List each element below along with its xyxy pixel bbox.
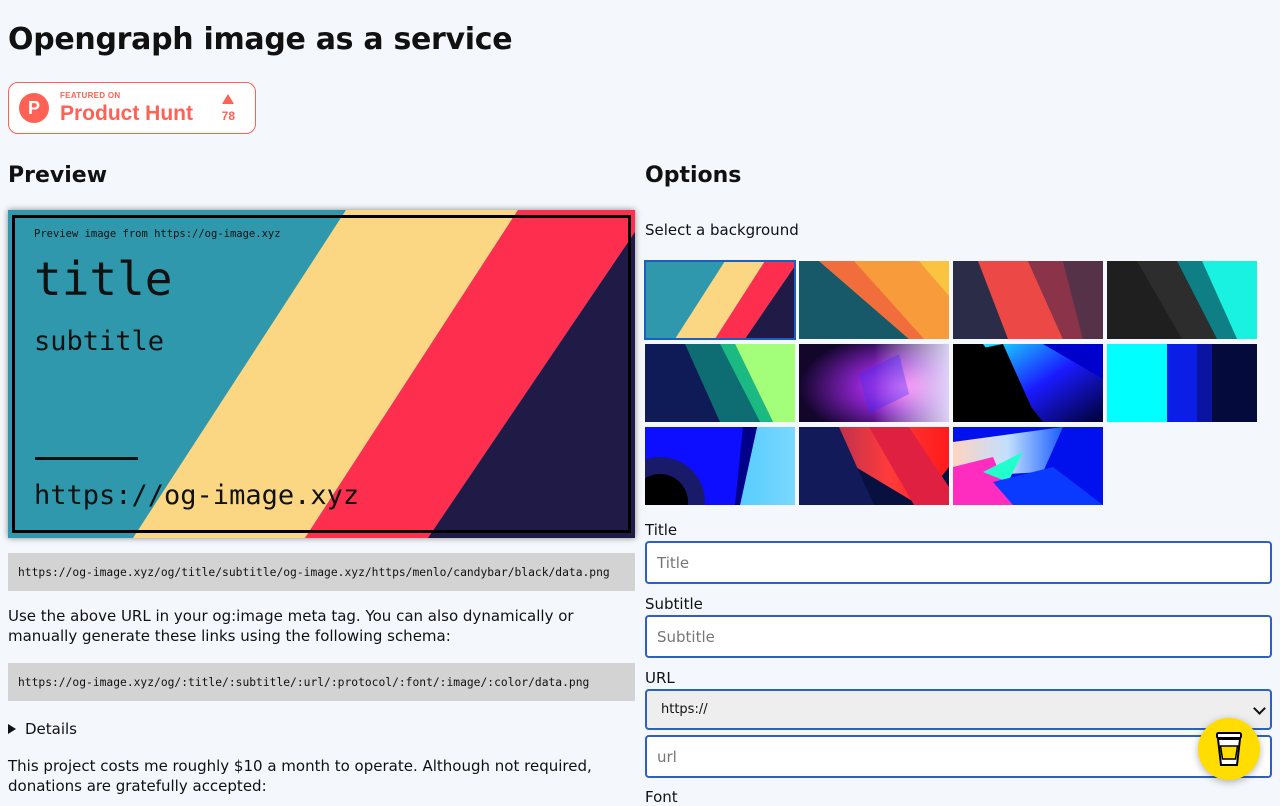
font-label: Font — [645, 788, 678, 806]
background-swatch-10[interactable] — [799, 427, 949, 505]
protocol-select[interactable]: https:// — [645, 689, 1272, 730]
background-swatch-3[interactable] — [953, 261, 1103, 339]
background-swatch-11[interactable] — [953, 427, 1103, 505]
background-swatch-4[interactable] — [1107, 261, 1257, 339]
donate-text: This project costs me roughly $10 a mont… — [8, 757, 592, 795]
background-swatch-2[interactable] — [799, 261, 949, 339]
product-hunt-logo-icon: P — [19, 93, 49, 123]
schema-url-code[interactable]: https://og-image.xyz/og/:title/:subtitle… — [8, 663, 635, 701]
disclosure-triangle-icon — [8, 724, 16, 734]
preview-subtitle: subtitle — [34, 326, 165, 357]
usage-text: Use the above URL in your og:image meta … — [8, 607, 574, 645]
background-swatch-6[interactable] — [799, 344, 949, 422]
preview-heading: Preview — [8, 163, 108, 188]
protocol-select-value: https:// — [661, 702, 708, 717]
title-input[interactable] — [645, 541, 1272, 584]
generated-url-code[interactable]: https://og-image.xyz/og/title/subtitle/o… — [8, 553, 635, 591]
background-swatch-7[interactable] — [953, 344, 1103, 422]
preview-from-text: Preview image from https://og-image.xyz — [34, 228, 281, 240]
preview-image: Preview image from https://og-image.xyz … — [8, 210, 635, 538]
buy-me-a-coffee-button[interactable] — [1198, 718, 1260, 780]
preview-divider — [35, 457, 138, 460]
options-heading: Options — [645, 163, 742, 188]
preview-url: https://og-image.xyz — [34, 480, 360, 511]
product-hunt-name: Product Hunt — [60, 102, 193, 125]
background-label: Select a background — [645, 221, 799, 239]
upvote-triangle-icon — [222, 94, 235, 104]
coffee-cup-icon — [1216, 732, 1242, 766]
chevron-down-icon — [1253, 702, 1266, 715]
subtitle-input[interactable] — [645, 615, 1272, 658]
background-swatch-8[interactable] — [1107, 344, 1257, 422]
url-label: URL — [645, 669, 675, 687]
preview-title: title — [34, 252, 173, 306]
details-label: Details — [25, 720, 78, 738]
product-hunt-badge[interactable]: P FEATURED ON Product Hunt 78 — [8, 82, 256, 134]
title-label: Title — [645, 521, 678, 539]
upvote-count: 78 — [221, 109, 235, 123]
page-title: Opengraph image as a service — [8, 22, 513, 57]
background-swatch-candybar[interactable] — [644, 260, 796, 340]
background-swatch-5[interactable] — [645, 344, 795, 422]
background-swatch-9[interactable] — [645, 427, 795, 505]
url-input[interactable] — [645, 735, 1272, 778]
subtitle-label: Subtitle — [645, 595, 703, 613]
product-hunt-featured-label: FEATURED ON — [60, 91, 121, 100]
details-toggle[interactable]: Details — [8, 720, 77, 738]
